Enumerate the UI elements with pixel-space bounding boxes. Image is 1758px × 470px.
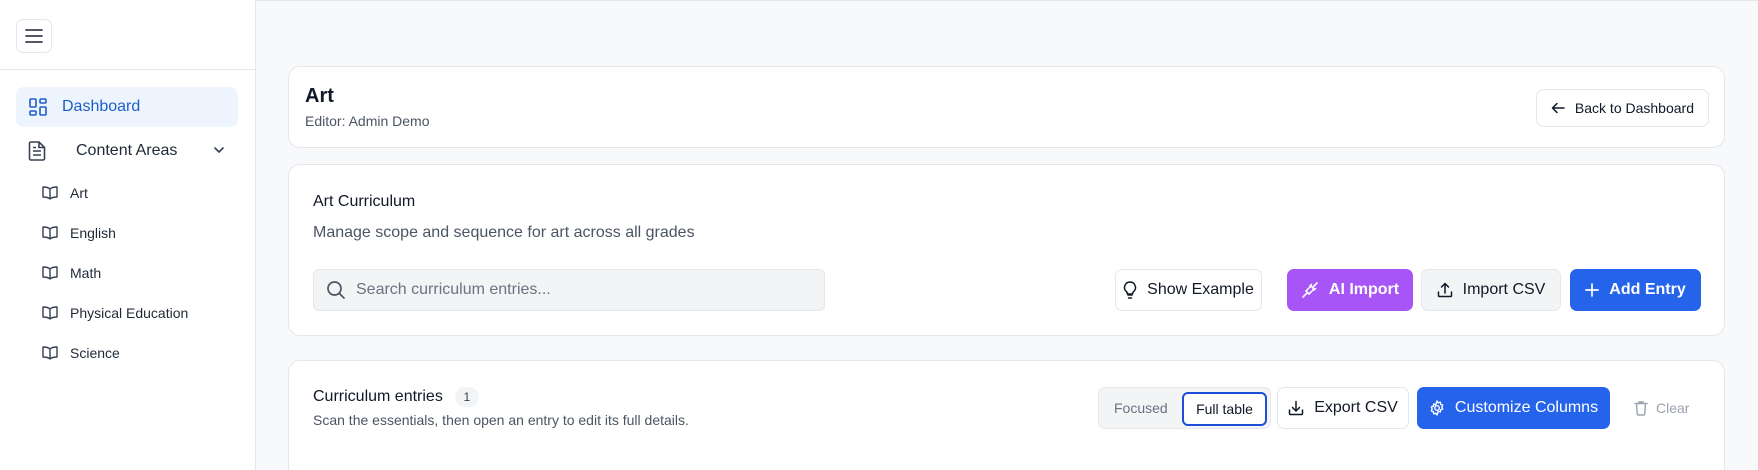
book-open-icon: [42, 226, 58, 240]
ai-import-label: AI Import: [1328, 281, 1400, 298]
gear-icon: [1429, 400, 1445, 416]
view-mode-toggle: Focused Full table: [1098, 387, 1271, 429]
search-input[interactable]: [356, 281, 816, 299]
sidebar-item-content-areas[interactable]: Content Areas: [16, 130, 238, 172]
search-box[interactable]: [313, 269, 825, 311]
book-open-icon: [42, 346, 58, 360]
page-title: Art: [305, 85, 334, 107]
sidebar-item-math[interactable]: Math: [42, 256, 238, 290]
lightbulb-icon: [1123, 281, 1137, 299]
import-csv-button[interactable]: Import CSV: [1421, 269, 1561, 311]
dashboard-icon: [28, 97, 48, 117]
curriculum-description: Manage scope and sequence for art across…: [313, 224, 695, 241]
sidebar-item-english[interactable]: English: [42, 216, 238, 250]
sidebar-item-art[interactable]: Art: [42, 176, 238, 210]
trash-icon: [1634, 400, 1648, 416]
sidebar-item-physical-education[interactable]: Physical Education: [42, 296, 238, 330]
curriculum-card: Art Curriculum Manage scope and sequence…: [288, 164, 1725, 336]
document-icon: [28, 141, 46, 161]
download-icon: [1288, 400, 1304, 416]
sidebar-item-label: Content Areas: [76, 142, 178, 159]
plug-icon: [1301, 281, 1319, 299]
book-open-icon: [42, 186, 58, 200]
back-button-label: Back to Dashboard: [1574, 100, 1694, 116]
export-csv-button[interactable]: Export CSV: [1277, 387, 1409, 429]
sidebar-item-label: Dashboard: [62, 98, 141, 115]
back-to-dashboard-button[interactable]: Back to Dashboard: [1535, 89, 1709, 127]
sidebar: Dashboard Content Areas Art English Math: [0, 0, 256, 470]
sidebar-item-science[interactable]: Science: [42, 336, 238, 370]
search-icon: [326, 280, 346, 300]
entries-count-badge: 1: [454, 387, 479, 407]
ai-import-button[interactable]: AI Import: [1287, 269, 1413, 311]
upload-icon: [1437, 282, 1453, 298]
chevron-down-icon[interactable]: [212, 143, 226, 157]
sidebar-item-label: Math: [70, 265, 102, 281]
show-example-label: Show Example: [1147, 281, 1254, 298]
view-focused-option[interactable]: Focused: [1114, 400, 1168, 416]
view-full-table-option[interactable]: Full table: [1182, 392, 1267, 426]
clear-label: Clear: [1656, 400, 1690, 416]
sidebar-item-label: Physical Education: [70, 305, 189, 321]
entries-title: Curriculum entries: [313, 388, 443, 405]
curriculum-entries-card: Curriculum entries 1 Scan the essentials…: [288, 360, 1725, 470]
export-csv-label: Export CSV: [1314, 399, 1398, 416]
sidebar-item-label: English: [70, 225, 116, 241]
main-top-border: [256, 0, 1758, 1]
sidebar-item-dashboard[interactable]: Dashboard: [16, 87, 238, 127]
book-open-icon: [42, 266, 58, 280]
menu-toggle-button[interactable]: [16, 19, 52, 53]
hamburger-icon: [25, 29, 43, 43]
page-subtitle: Editor: Admin Demo: [305, 113, 430, 129]
customize-columns-label: Customize Columns: [1454, 399, 1599, 416]
arrow-left-icon: [1551, 102, 1565, 114]
clear-button[interactable]: Clear: [1624, 387, 1704, 429]
sidebar-item-label: Art: [70, 185, 88, 201]
show-example-button[interactable]: Show Example: [1115, 269, 1262, 311]
add-entry-button[interactable]: Add Entry: [1570, 269, 1701, 311]
plus-icon: [1585, 283, 1600, 297]
sidebar-item-label: Science: [70, 345, 120, 361]
page-header-card: Art Editor: Admin Demo Back to Dashboard: [288, 66, 1725, 148]
entries-heading: Curriculum entries 1: [313, 387, 479, 407]
import-csv-label: Import CSV: [1462, 281, 1546, 298]
book-open-icon: [42, 306, 58, 320]
entries-description: Scan the essentials, then open an entry …: [313, 412, 689, 428]
curriculum-title: Art Curriculum: [313, 193, 416, 210]
customize-columns-button[interactable]: Customize Columns: [1417, 387, 1610, 429]
add-entry-label: Add Entry: [1609, 281, 1686, 298]
sidebar-header: [0, 0, 255, 70]
